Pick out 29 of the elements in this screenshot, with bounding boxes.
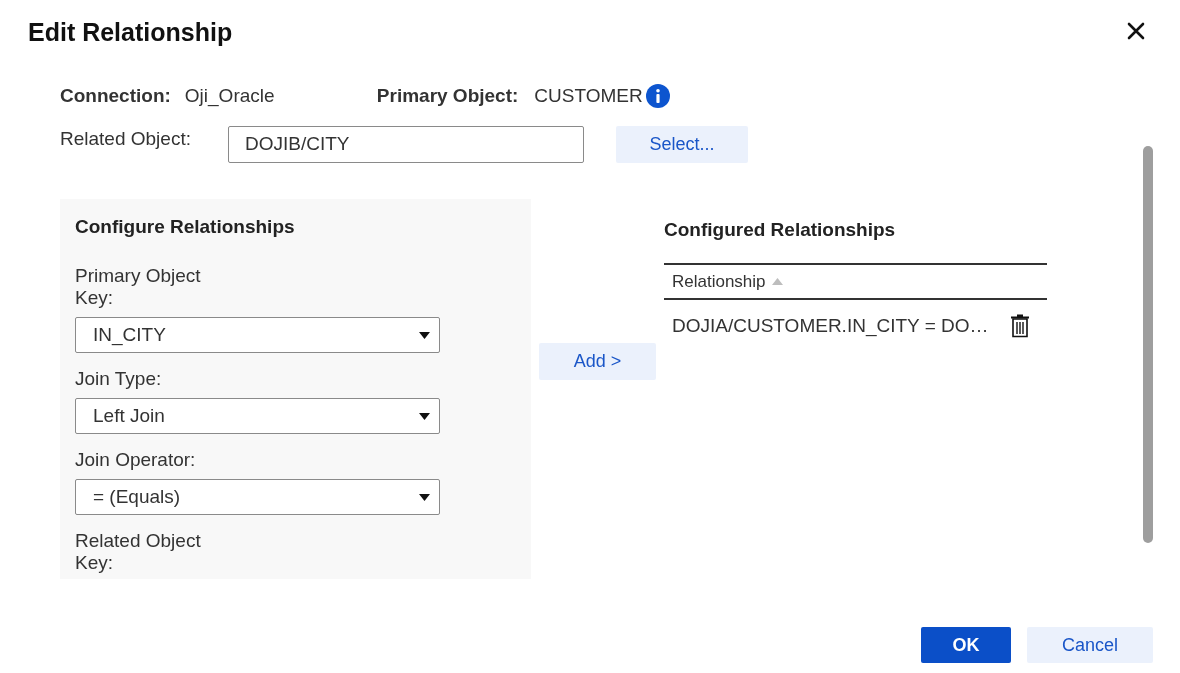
- dropdown[interactable]: = (Equals): [75, 479, 440, 515]
- connection-value: Oji_Oracle: [184, 83, 276, 109]
- primary-object-value: CUSTOMER: [534, 83, 643, 108]
- trash-icon[interactable]: [1010, 314, 1030, 338]
- cancel-button[interactable]: Cancel: [1027, 627, 1153, 663]
- field-label: Join Type:: [75, 368, 163, 390]
- panel-heading: Configure Relationships: [75, 215, 296, 239]
- ok-button[interactable]: OK: [921, 627, 1011, 663]
- dropdown[interactable]: Left Join: [75, 398, 440, 434]
- related-object-label: Related Object:: [60, 127, 192, 150]
- info-icon[interactable]: [645, 84, 670, 108]
- field-label: Primary Object Key:: [75, 265, 202, 309]
- caret-icon: [419, 331, 430, 339]
- related-object-field[interactable]: DOJIB/CITY: [228, 126, 584, 163]
- caret-icon: [419, 493, 430, 501]
- field-label: Join Operator:: [75, 449, 197, 471]
- field-label: Related Object Key:: [75, 530, 202, 574]
- connection-label: Connection:: [60, 83, 171, 108]
- select-button[interactable]: Select...: [616, 126, 748, 163]
- close-icon[interactable]: [1127, 22, 1145, 40]
- dialog-title: Edit Relationship: [28, 17, 233, 48]
- configured-heading: Configured Relationships: [664, 218, 897, 242]
- scrollbar-thumb[interactable]: [1143, 146, 1153, 543]
- dropdown[interactable]: IN_CITY: [75, 317, 440, 353]
- caret-icon: [419, 412, 430, 420]
- primary-object-label: Primary Object:: [376, 83, 519, 108]
- add-button[interactable]: Add >: [539, 343, 656, 380]
- table-cell-text: DOJIA/CUSTOMER.IN_CITY = DO…: [672, 313, 990, 339]
- column-header[interactable]: Relationship: [672, 268, 766, 295]
